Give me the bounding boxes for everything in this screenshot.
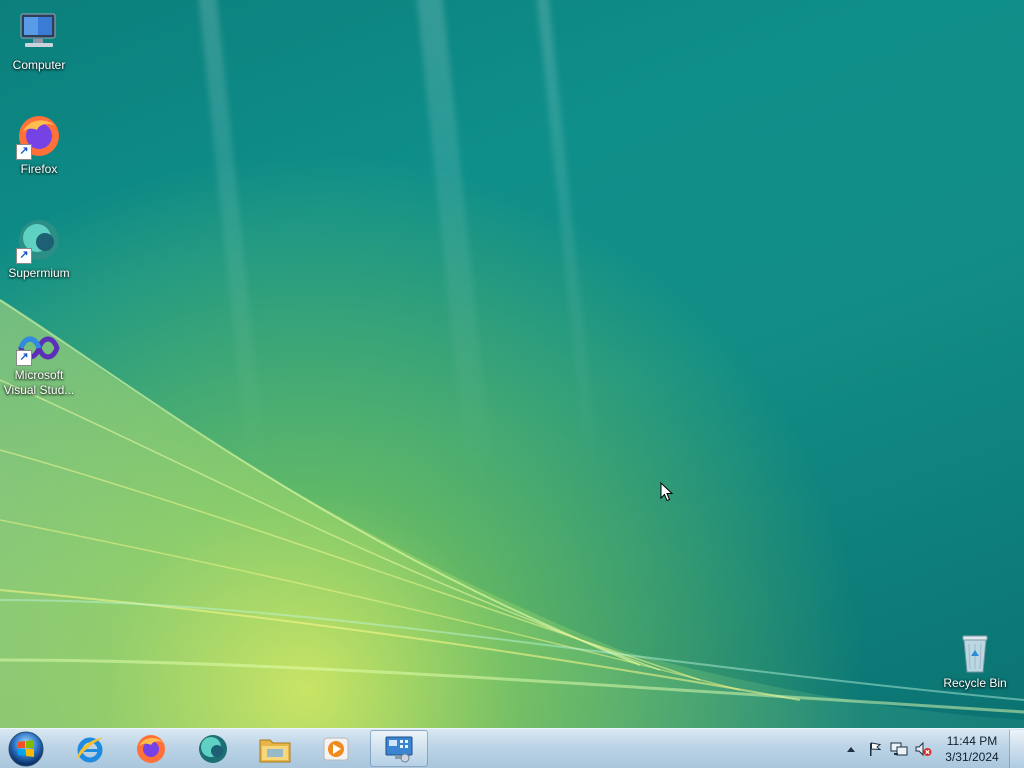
shortcut-arrow-icon: ↗ [16,144,32,160]
recycle-bin-icon [951,630,999,674]
desktop-icon-label: Microsoft Visual Stud... [3,368,75,397]
control-panel-icon [385,736,413,762]
windows-start-orb-icon [8,731,44,767]
desktop-icon-label: Firefox [20,162,58,176]
clock-time: 11:44 PM [946,734,998,748]
desktop-icon-label: Supermium [8,266,70,280]
desktop[interactable]: Computer ↗ Firefox ↗ Supermium ↗ Microso… [0,0,1024,728]
firefox-icon: ↗ [15,112,63,160]
taskbar: 11:44 PM 3/31/2024 [0,728,1024,768]
clock-date: 3/31/2024 [945,750,999,764]
wallpaper-waves [0,299,1024,728]
shortcut-arrow-icon: ↗ [16,350,32,366]
desktop-icon-computer[interactable]: Computer [1,8,77,73]
taskbar-file-explorer[interactable] [247,730,303,767]
supermium-icon [199,734,227,763]
desktop-icon-supermium[interactable]: ↗ Supermium [1,216,77,281]
internet-explorer-icon [77,737,103,762]
show-desktop-button[interactable] [1009,730,1024,768]
action-center-flag-icon[interactable] [865,739,885,759]
media-player-icon [323,737,349,760]
desktop-icon-recycle-bin[interactable]: Recycle Bin [937,630,1013,691]
taskbar-firefox[interactable] [123,730,179,767]
desktop-icon-label: Computer [12,58,66,72]
volume-muted-icon[interactable] [913,739,933,759]
network-icon[interactable] [889,739,909,759]
desktop-icon-label: Recycle Bin [943,676,1007,690]
taskbar-internet-explorer[interactable] [62,730,118,767]
desktop-icon-visual-studio[interactable]: ↗ Microsoft Visual Stud... [1,330,77,398]
file-explorer-icon [259,739,291,762]
firefox-icon [137,734,165,763]
taskbar-control-panel[interactable] [370,730,428,767]
system-tray: 11:44 PM 3/31/2024 [839,729,1024,769]
computer-icon [15,8,63,56]
desktop-icon-firefox[interactable]: ↗ Firefox [1,112,77,177]
visual-studio-icon: ↗ [15,330,63,366]
taskbar-supermium[interactable] [185,730,241,767]
shortcut-arrow-icon: ↗ [16,248,32,264]
supermium-icon: ↗ [15,216,63,264]
start-button[interactable] [6,730,46,768]
mouse-pointer-icon [660,481,674,507]
clock[interactable]: 11:44 PM 3/31/2024 [941,733,1003,765]
show-hidden-icons-arrow[interactable] [841,739,861,759]
taskbar-media-player[interactable] [308,730,364,767]
